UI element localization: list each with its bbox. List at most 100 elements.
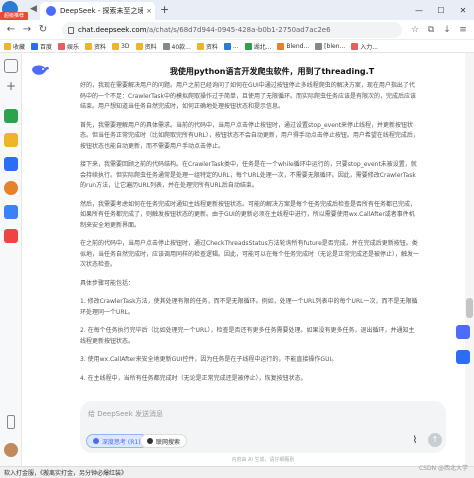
bookmark-item[interactable]: 湖北... — [244, 42, 272, 51]
reasoning-paragraph: 具体步骤可能包括： — [80, 279, 135, 287]
deepseek-logo-icon — [32, 65, 49, 75]
app-icon-2[interactable] — [4, 133, 18, 147]
bookmark-label: 资料 — [94, 43, 107, 51]
reasoning-paragraph: 然后，我需要考虑如何在任务完成时通知主线程更新按钮状态。可能的解决方案是每个任务… — [80, 200, 417, 229]
new-tab-button[interactable]: + — [160, 3, 169, 16]
forward-arrow-icon[interactable]: → — [20, 23, 34, 37]
bookmark-icon — [162, 42, 170, 50]
bookmarks-bar: 收藏 百度 娱乐 资料 3D 资料 40款... 资料... 湖北... Blend... [ble… — [0, 40, 474, 53]
star-icon[interactable]: ☆ — [408, 23, 422, 37]
bookmark-icon — [58, 42, 66, 50]
bookmark-icon — [196, 42, 204, 50]
bookmark-item[interactable]: 收藏 — [4, 42, 25, 51]
chat-title: 我使用python语言开发爬虫软件，用到了threading.T — [169, 67, 375, 76]
reasoning-paragraph: 首先，我需要理解用户的具体需求。当前的代码中，当用户点击停止按钮时，通过设置st… — [80, 121, 419, 150]
bookmark-icon — [85, 42, 93, 50]
bookmark-icon — [31, 42, 39, 50]
float-app-icon-2[interactable] — [456, 350, 470, 364]
bookmark-label: 百度 — [40, 43, 53, 51]
app-icon-1[interactable] — [4, 109, 18, 123]
bookmark-label: [blen... — [324, 42, 346, 50]
bookmark-icon — [4, 42, 11, 50]
address-bar: ← → ↻ chat.deepseek.com/a/chat/s/68d7d94… — [0, 20, 474, 40]
maximize-button[interactable]: ☐ — [430, 0, 452, 20]
bookmark-item[interactable]: 资料 — [135, 42, 157, 51]
window-controls: — ☐ ✕ — [408, 0, 474, 20]
sidebar-toggle-icon[interactable] — [4, 59, 18, 73]
web-search-toggle[interactable]: 联网搜索 — [140, 434, 188, 448]
float-app-icon-1[interactable] — [456, 325, 470, 339]
close-window-button[interactable]: ✕ — [452, 0, 474, 20]
url-host: chat.deepseek.com — [78, 26, 147, 34]
bookmark-icon — [351, 42, 359, 50]
ai-disclaimer: 内容由 AI 生成，请仔细甄别 — [231, 457, 295, 463]
status-bar: 软入打金服，《搬离实打金，另分钟必爆红装》 — [0, 466, 474, 478]
bookmark-icon — [315, 42, 323, 50]
deep-think-toggle[interactable]: 深度思考 (R1) — [86, 434, 148, 448]
globe-icon — [147, 438, 153, 444]
title-bar: 超级推荐 ◀ DeepSeek - 探索未至之境 × + — ☐ ✕ — [0, 0, 474, 20]
promo-badge: 超级推荐 — [0, 12, 28, 20]
reasoning-paragraph: 2. 在每个任务执行完毕后（比如处理完一个URL），检查是否还有更多任务需要处理… — [80, 327, 415, 345]
web-search-label: 联网搜索 — [156, 438, 181, 446]
message-input[interactable]: 给 DeepSeek 发送消息 — [88, 409, 163, 419]
bookmark-label: 资料 — [144, 43, 157, 51]
bookmark-label: 湖北... — [253, 43, 272, 51]
bookmark-icon — [244, 42, 252, 50]
tab-close-button[interactable]: × — [143, 7, 155, 15]
url-path: /a/chat/s/68d7d944-0945-428a-b0b1-2750ad… — [146, 26, 331, 34]
bookmark-label: 娱乐 — [67, 43, 80, 51]
tab-list-arrow-icon[interactable]: ◀ — [30, 4, 37, 14]
bookmark-item[interactable]: 资料 — [85, 42, 106, 51]
reasoning-paragraph: 在之前的代码中，当用户点击停止按钮时，通过CheckThreadsStatus方… — [80, 240, 420, 268]
bookmark-icon — [223, 42, 231, 50]
bookmark-label: 收藏 — [13, 43, 26, 51]
bookmark-label: 3D — [121, 42, 130, 50]
scrollbar[interactable] — [465, 53, 474, 466]
new-chat-icon[interactable]: + — [4, 79, 18, 93]
phone-icon[interactable] — [7, 415, 15, 429]
bookmark-item[interactable]: 资料 — [196, 42, 218, 51]
bookmark-item[interactable]: 3D — [112, 42, 130, 50]
bookmark-label: Blend... — [286, 42, 310, 50]
bookmark-icon — [277, 42, 285, 50]
bookmark-item[interactable]: 百度 — [31, 42, 52, 51]
url-text: chat.deepseek.com/a/chat/s/68d7d944-0945… — [78, 26, 331, 34]
bookmark-item[interactable]: Blend... — [277, 42, 310, 50]
reasoning-paragraph: 3. 使用wx.CallAfter来安全地更新GUI控件，因为任务是在子线程中运… — [80, 356, 338, 363]
scroll-thumb[interactable] — [466, 298, 473, 318]
app-icon-3[interactable] — [4, 157, 18, 171]
bookmark-item[interactable]: 娱乐 — [58, 42, 79, 51]
bookmark-icon — [135, 42, 143, 50]
send-button[interactable]: ↑ — [428, 433, 442, 447]
extensions-icon[interactable]: ⧉ — [424, 23, 438, 37]
deep-think-icon — [93, 438, 99, 444]
deepseek-favicon-icon — [46, 6, 56, 16]
bookmark-item[interactable]: [blen... — [315, 42, 346, 50]
bookmark-icon — [112, 42, 120, 50]
download-icon[interactable]: ↓ — [440, 23, 454, 37]
lock-icon — [68, 26, 74, 34]
reload-icon[interactable]: ↻ — [36, 23, 50, 37]
deep-think-label: 深度思考 (R1) — [102, 438, 141, 446]
app-icon-4[interactable] — [4, 181, 18, 195]
bookmark-item[interactable]: 40款... — [162, 42, 191, 51]
bookmark-item[interactable]: ... — [223, 42, 239, 50]
message-input-box[interactable]: 给 DeepSeek 发送消息 深度思考 (R1) 联网搜索 ⌇ ↑ — [80, 401, 446, 453]
menu-icon[interactable]: ≡ — [456, 23, 470, 37]
status-text[interactable]: 软入打金服，《搬离实打金，另分钟必爆红装》 — [4, 468, 127, 477]
tab-deepseek[interactable]: DeepSeek - 探索未至之境 × — [40, 2, 155, 20]
avatar[interactable] — [4, 443, 18, 457]
reasoning-paragraph: 接下来，我需要回顾之前的代码结构。在CrawlerTask类中，任务是在一个wh… — [80, 161, 417, 189]
back-arrow-icon[interactable]: ← — [4, 23, 18, 37]
app-icon-6[interactable] — [4, 229, 18, 243]
tab-title: DeepSeek - 探索未至之境 — [60, 7, 143, 15]
app-icon-5[interactable] — [4, 205, 18, 219]
bookmark-label: 入力... — [360, 43, 378, 51]
minimize-button[interactable]: — — [408, 0, 430, 20]
url-input[interactable]: chat.deepseek.com/a/chat/s/68d7d944-0945… — [62, 22, 402, 38]
bookmark-label: ... — [232, 42, 239, 50]
paperclip-icon[interactable]: ⌇ — [410, 434, 420, 448]
bookmark-item[interactable]: 入力... — [351, 42, 378, 51]
bookmark-label: 资料 — [205, 43, 218, 51]
